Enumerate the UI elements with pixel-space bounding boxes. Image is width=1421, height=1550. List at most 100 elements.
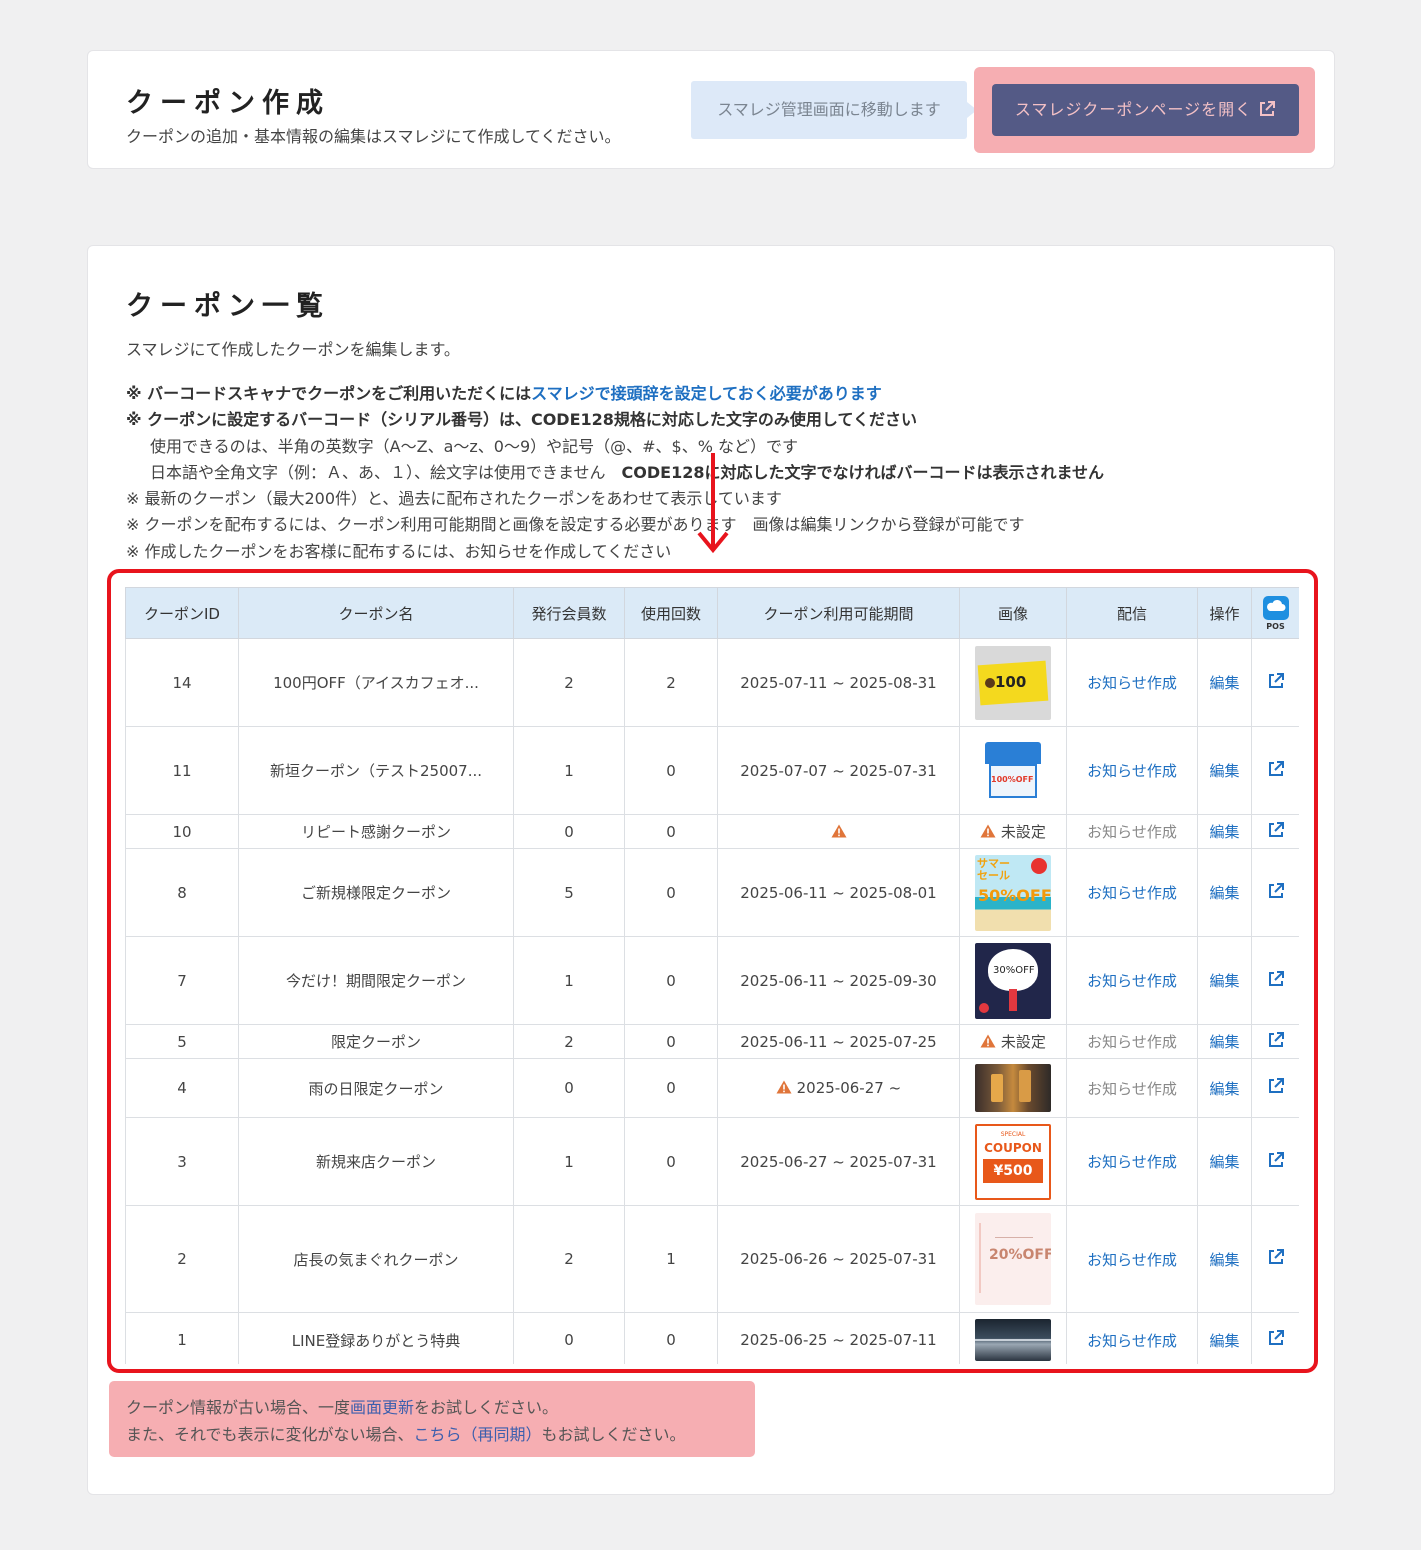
period-text: 2025-06-11 ~ 2025-07-25 <box>740 1032 937 1051</box>
cell-period: 2025-06-11 ~ 2025-08-01 <box>717 848 960 937</box>
external-link-icon <box>1268 760 1284 776</box>
page-refresh-link[interactable]: 画面更新 <box>350 1398 414 1417</box>
note-4a: 日本語や全角文字（例：Ａ、あ、１）、絵文字は使用できません <box>150 462 606 482</box>
cell-period: 2025-06-27 ~ 2025-07-31 <box>717 1117 960 1206</box>
refresh-line-1-suffix: をお試しください。 <box>414 1398 559 1417</box>
cell-uses: 0 <box>624 1117 718 1206</box>
col-header-id: クーポンID <box>125 587 239 639</box>
create-notice-link[interactable]: お知らせ作成 <box>1066 1312 1198 1364</box>
table-row: 11 新垣クーポン（テスト25007... 1 0 2025-07-07 ~ 2025-… <box>125 726 1299 815</box>
edit-link[interactable]: 編集 <box>1197 848 1252 937</box>
cell-members: 2 <box>513 1024 625 1059</box>
open-pos-link[interactable] <box>1251 638 1299 727</box>
prefix-setting-link[interactable]: スマレジで接頭辞を設定しておく必要があります <box>531 384 882 403</box>
period-text: 2025-06-27 ~ 2025-07-31 <box>740 1152 937 1171</box>
table-row: 5 限定クーポン 2 0 2025-06-11 ~ 2025-07-25 未設定 お知らせ… <box>125 1024 1299 1059</box>
edit-link[interactable]: 編集 <box>1197 726 1252 815</box>
cell-id: 11 <box>125 726 239 815</box>
open-smaregi-coupon-page-button[interactable]: スマレジクーポンページを開く <box>992 84 1299 136</box>
open-pos-link[interactable] <box>1251 1024 1299 1059</box>
table-row: 7 今だけ！期間限定クーポン 1 0 2025-06-11 ~ 2025-09-30 30… <box>125 936 1299 1025</box>
cell-name: 新規来店クーポン <box>238 1117 514 1206</box>
col-header-image: 画像 <box>959 587 1067 639</box>
cell-image: 未設定 <box>959 1024 1067 1059</box>
warning-icon <box>980 1034 996 1048</box>
create-title: クーポン作成 <box>126 88 330 119</box>
create-notice-link[interactable]: お知らせ作成 <box>1066 638 1198 727</box>
cell-id: 5 <box>125 1024 239 1059</box>
open-pos-link[interactable] <box>1251 1205 1299 1313</box>
edit-link[interactable]: 編集 <box>1197 814 1252 849</box>
col-header-pos: POS <box>1251 587 1299 639</box>
period-text: 2025-07-11 ~ 2025-08-31 <box>740 673 937 692</box>
period-text: 2025-06-26 ~ 2025-07-31 <box>740 1250 937 1268</box>
image-missing: 未設定 <box>980 1033 1046 1051</box>
cell-image: 30%OFF <box>959 936 1067 1025</box>
open-pos-link[interactable] <box>1251 1058 1299 1118</box>
create-notice-link[interactable]: お知らせ作成 <box>1066 848 1198 937</box>
open-pos-link[interactable] <box>1251 1117 1299 1206</box>
cell-id: 1 <box>125 1312 239 1364</box>
table-header-row: クーポンID クーポン名 発行会員数 使用回数 クーポン利用可能期間 画像 配信… <box>125 587 1299 639</box>
image-missing-label: 未設定 <box>1000 823 1046 841</box>
cell-uses: 2 <box>624 638 718 727</box>
edit-link[interactable]: 編集 <box>1197 1205 1252 1313</box>
cell-members: 1 <box>513 936 625 1025</box>
create-notice-link[interactable]: お知らせ作成 <box>1066 726 1198 815</box>
cell-name: 新垣クーポン（テスト25007... <box>238 726 514 815</box>
refresh-line-2: また、それでも表示に変化がない場合、こちら（再同期）もお試しください。 <box>126 1421 755 1448</box>
edit-link[interactable]: 編集 <box>1197 936 1252 1025</box>
cell-id: 8 <box>125 848 239 937</box>
open-pos-link[interactable] <box>1251 848 1299 937</box>
external-link-icon <box>1268 882 1284 898</box>
cell-name: リピート感謝クーポン <box>238 814 514 849</box>
cell-members: 1 <box>513 1117 625 1206</box>
resync-link[interactable]: こちら（再同期） <box>414 1425 542 1444</box>
cell-id: 14 <box>125 638 239 727</box>
open-pos-link[interactable] <box>1251 726 1299 815</box>
period-text: 2025-06-27 ~ <box>796 1079 902 1097</box>
cell-members: 0 <box>513 814 625 849</box>
edit-link[interactable]: 編集 <box>1197 1312 1252 1364</box>
create-notice-link[interactable]: お知らせ作成 <box>1066 936 1198 1025</box>
cell-members: 1 <box>513 726 625 815</box>
col-header-uses: 使用回数 <box>624 587 718 639</box>
cell-uses: 0 <box>624 936 718 1025</box>
cell-members: 2 <box>513 638 625 727</box>
coupon-create-card: クーポン作成 クーポンの追加・基本情報の編集はスマレジにて作成してください。 ス… <box>87 50 1335 169</box>
refresh-line-1-prefix: クーポン情報が古い場合、一度 <box>126 1398 351 1417</box>
cell-period: 2025-06-11 ~ 2025-07-25 <box>717 1024 960 1059</box>
cell-uses: 0 <box>624 814 718 849</box>
open-pos-link[interactable] <box>1251 936 1299 1025</box>
thumbnail-text: COUPON <box>984 1140 1042 1155</box>
external-link-icon <box>1268 821 1284 837</box>
coupon-table: クーポンID クーポン名 発行会員数 使用回数 クーポン利用可能期間 画像 配信… <box>125 587 1299 1364</box>
cell-name: 雨の日限定クーポン <box>238 1058 514 1118</box>
pos-cloud-icon <box>1262 595 1289 620</box>
create-notice-link[interactable]: お知らせ作成 <box>1066 1117 1198 1206</box>
edit-link[interactable]: 編集 <box>1197 638 1252 727</box>
refresh-line-2-suffix: もお試しください。 <box>541 1425 686 1444</box>
edit-link[interactable]: 編集 <box>1197 1058 1252 1118</box>
list-description: スマレジにて作成したクーポンを編集します。 <box>126 340 460 359</box>
cell-image: 100 <box>959 638 1067 727</box>
open-pos-link[interactable] <box>1251 1312 1299 1364</box>
create-notice-link[interactable]: お知らせ作成 <box>1066 1205 1198 1313</box>
cell-id: 7 <box>125 936 239 1025</box>
cell-period: 2025-06-11 ~ 2025-09-30 <box>717 936 960 1025</box>
warning-icon <box>776 1080 792 1094</box>
coupon-table-wrapper: クーポンID クーポン名 発行会員数 使用回数 クーポン利用可能期間 画像 配信… <box>125 587 1299 1364</box>
coupon-thumbnail: SPECIAL COUPON ¥500 <box>975 1123 1051 1200</box>
create-description: クーポンの追加・基本情報の編集はスマレジにて作成してください。 <box>126 127 621 146</box>
note-1-text: ※ バーコードスキャナでクーポンをご利用いただくには <box>126 384 532 403</box>
external-link-icon <box>1260 101 1276 116</box>
edit-link[interactable]: 編集 <box>1197 1024 1252 1059</box>
cell-image: 100%OFF <box>959 726 1067 815</box>
open-pos-link[interactable] <box>1251 814 1299 849</box>
pos-label: POS <box>1266 621 1285 631</box>
external-link-icon <box>1268 1249 1284 1264</box>
cell-name: ご新規様限定クーポン <box>238 848 514 937</box>
external-link-icon <box>1268 970 1284 986</box>
edit-link[interactable]: 編集 <box>1197 1117 1252 1206</box>
red-arrow-annotation <box>697 453 729 554</box>
